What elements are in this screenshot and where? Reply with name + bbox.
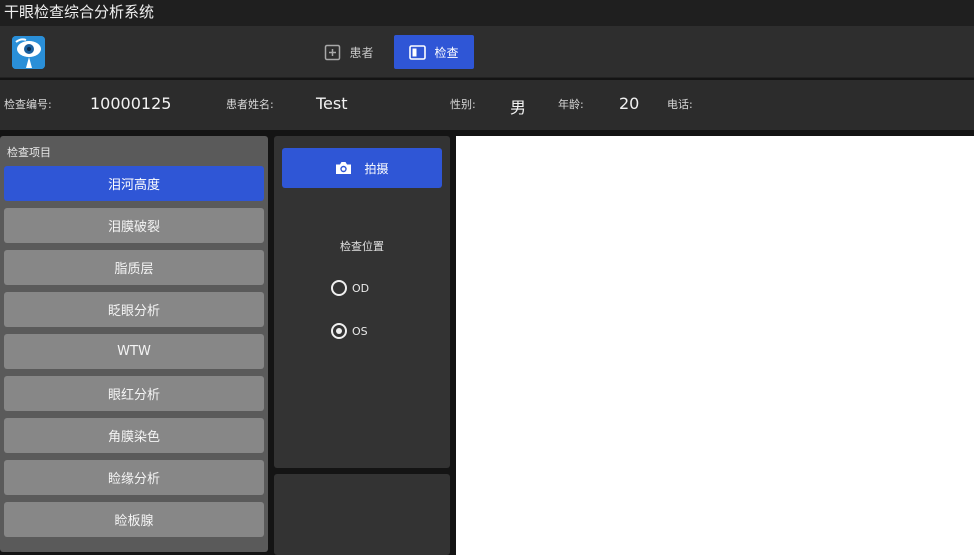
exam-item-redness-analysis[interactable]: 眼红分析 bbox=[4, 376, 264, 411]
exam-item-lipid-layer[interactable]: 脂质层 bbox=[4, 250, 264, 285]
title-bar: 干眼检查综合分析系统 bbox=[0, 0, 974, 26]
secondary-panel bbox=[274, 474, 450, 555]
exam-item-wtw[interactable]: WTW bbox=[4, 334, 264, 369]
patient-info-bar: 检查编号: 10000125 患者姓名: Test 性别: 男 年龄: 20 电… bbox=[0, 80, 974, 130]
tab-patient[interactable]: 患者 bbox=[314, 35, 384, 69]
exam-id-value: 10000125 bbox=[90, 94, 172, 113]
exam-item-label: WTW bbox=[117, 344, 151, 359]
exam-item-tear-meniscus[interactable]: 泪河高度 bbox=[4, 166, 264, 201]
exam-item-label: 泪河高度 bbox=[107, 178, 160, 193]
image-viewer[interactable] bbox=[456, 136, 974, 555]
exam-item-tear-breakup[interactable]: 泪膜破裂 bbox=[4, 208, 264, 243]
tab-patient-label: 患者 bbox=[349, 45, 374, 60]
nav-bar: 患者 检查 bbox=[0, 26, 974, 78]
capture-button-label: 拍摄 bbox=[364, 161, 389, 176]
exam-item-lid-margin[interactable]: 睑缘分析 bbox=[4, 460, 264, 495]
exam-id-label: 检查编号: bbox=[4, 98, 52, 111]
exam-item-label: 睑缘分析 bbox=[107, 472, 160, 487]
exam-item-label: 眼红分析 bbox=[107, 388, 160, 403]
exam-item-corneal-staining[interactable]: 角膜染色 bbox=[4, 418, 264, 453]
exam-item-blink-analysis[interactable]: 眨眼分析 bbox=[4, 292, 264, 327]
app-logo-icon bbox=[12, 36, 45, 69]
gender-value: 男 bbox=[510, 98, 527, 117]
radio-od-label: OD bbox=[352, 281, 370, 295]
radio-circle bbox=[331, 280, 347, 296]
tab-exam[interactable]: 检查 bbox=[394, 35, 474, 69]
capture-button[interactable]: 拍摄 bbox=[282, 148, 442, 188]
exam-item-label: 睑板腺 bbox=[114, 514, 154, 529]
exam-item-meibomian-gland[interactable]: 睑板腺 bbox=[4, 502, 264, 537]
plus-square-icon bbox=[325, 44, 341, 60]
radio-os-label: OS bbox=[352, 324, 368, 338]
radio-os[interactable]: OS bbox=[331, 323, 368, 339]
age-label: 年龄: bbox=[558, 98, 584, 111]
phone-label: 电话: bbox=[667, 98, 693, 111]
exam-item-label: 脂质层 bbox=[114, 262, 154, 277]
app-title: 干眼检查综合分析系统 bbox=[4, 3, 155, 21]
exam-item-label: 角膜染色 bbox=[107, 430, 160, 445]
patient-name-value: Test bbox=[316, 94, 348, 113]
exam-position-label: 检查位置 bbox=[340, 240, 384, 253]
radio-circle-checked bbox=[331, 323, 347, 339]
exam-item-label: 眨眼分析 bbox=[107, 304, 160, 319]
exam-items-heading: 检查项目 bbox=[7, 146, 51, 159]
exam-item-label: 泪膜破裂 bbox=[107, 220, 160, 235]
exam-items-panel: 检查项目 泪河高度 泪膜破裂 脂质层 眨眼分析 WTW 眼红分析 角膜染色 睑缘… bbox=[0, 136, 268, 552]
film-panel-icon bbox=[409, 44, 427, 60]
camera-icon bbox=[336, 162, 352, 174]
radio-od[interactable]: OD bbox=[331, 280, 369, 296]
capture-panel: 拍摄 检查位置 OD OS bbox=[274, 136, 450, 468]
gender-label: 性别: bbox=[450, 98, 476, 111]
age-value: 20 bbox=[619, 94, 640, 113]
patient-name-label: 患者姓名: bbox=[226, 98, 274, 111]
tab-exam-label: 检查 bbox=[434, 45, 459, 60]
